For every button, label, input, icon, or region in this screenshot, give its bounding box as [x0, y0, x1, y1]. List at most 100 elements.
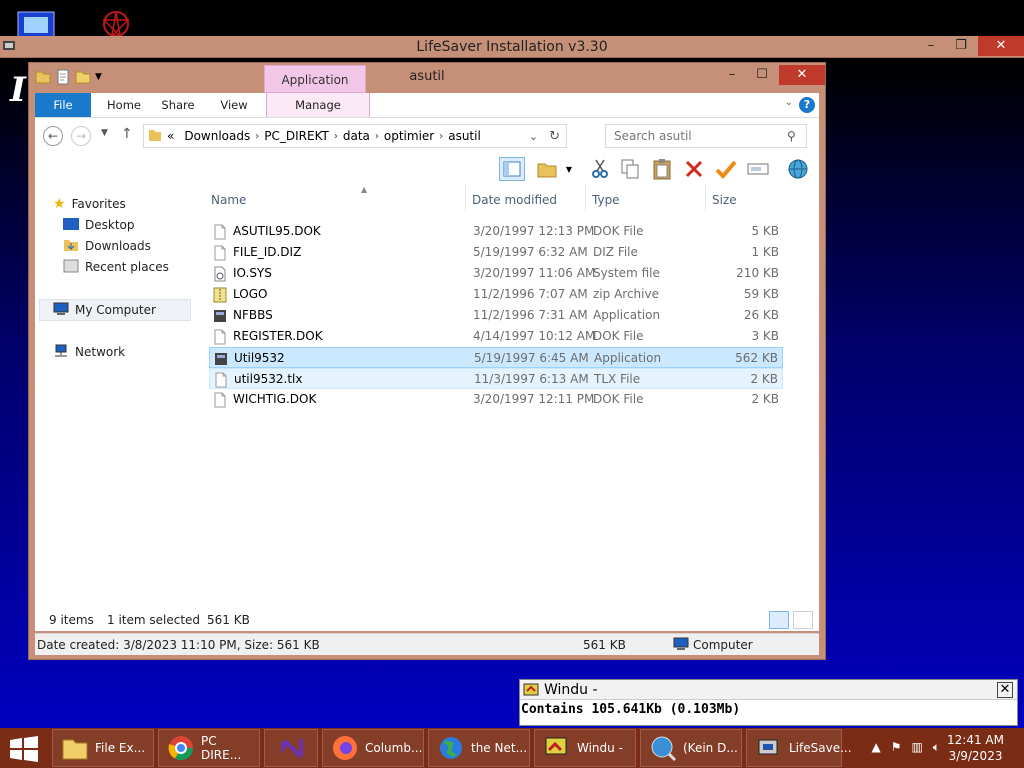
- explorer-minimize-button[interactable]: –: [717, 65, 747, 85]
- taskbar-the-net[interactable]: the Net...: [428, 729, 530, 767]
- tab-view[interactable]: View: [209, 93, 259, 117]
- forward-icon[interactable]: →: [71, 126, 91, 146]
- explorer-maximize-button[interactable]: ☐: [747, 65, 777, 85]
- downloads-folder-icon: [63, 238, 79, 255]
- nav-favorites[interactable]: ★ Favorites: [53, 195, 126, 213]
- windu-titlebar[interactable]: Windu - ✕: [520, 680, 1017, 700]
- tab-manage[interactable]: Manage: [266, 93, 370, 117]
- table-row[interactable]: util9532.tlx 11/3/1997 6:13 AM TLX File 2 K…: [209, 368, 783, 389]
- table-row[interactable]: FILE_ID.DIZ 5/19/1997 6:32 AM DIZ File 1 KB: [209, 242, 783, 263]
- breadcrumb-overflow[interactable]: «: [167, 129, 174, 143]
- taskbar-windu[interactable]: Windu -: [534, 729, 636, 767]
- file-size: 1 KB: [751, 245, 779, 259]
- tab-file[interactable]: File: [35, 93, 91, 117]
- details-view-icon[interactable]: [769, 611, 789, 629]
- expand-ribbon-icon[interactable]: ⌄: [785, 97, 793, 108]
- taskbar-lifesaver[interactable]: LifeSave...: [746, 729, 852, 767]
- table-row[interactable]: NFBBS 11/2/1996 7:31 AM Application 26 KB: [209, 305, 783, 326]
- taskbar-file-explorer[interactable]: File Ex...: [52, 729, 154, 767]
- file-explorer-icon: [61, 734, 89, 762]
- tab-home[interactable]: Home: [99, 93, 149, 117]
- checkmark-icon[interactable]: [713, 157, 739, 181]
- column-divider[interactable]: [705, 185, 706, 211]
- nav-recent-places[interactable]: Recent places: [63, 258, 169, 276]
- help-icon[interactable]: ?: [799, 97, 815, 113]
- action-center-flag-icon[interactable]: ⚑: [891, 740, 902, 755]
- file-size: 562 KB: [735, 351, 778, 365]
- clock[interactable]: 12:41 AM 3/9/2023: [947, 732, 1004, 764]
- column-divider[interactable]: [465, 185, 466, 211]
- taskbar-visual-studio[interactable]: [264, 729, 318, 767]
- table-row[interactable]: LOGO 11/2/1996 7:07 AM zip Archive 59 KB: [209, 284, 783, 305]
- tab-share[interactable]: Share: [153, 93, 203, 117]
- table-row[interactable]: WICHTIG.DOK 3/20/1997 12:11 PM DOK File 2 K…: [209, 389, 783, 410]
- windu-message: Contains 105.641Kb (0.103Mb): [521, 702, 741, 717]
- large-icons-view-icon[interactable]: [793, 611, 813, 629]
- nav-downloads[interactable]: Downloads: [63, 237, 151, 255]
- breadcrumb-asutil[interactable]: asutil: [448, 129, 481, 143]
- search-icon[interactable]: ⚲: [787, 129, 796, 143]
- explorer-titlebar[interactable]: ▼ asutil – ☐ ✕: [29, 63, 825, 93]
- column-name[interactable]: Name: [211, 189, 246, 211]
- back-icon[interactable]: ←: [43, 126, 63, 146]
- chevron-down-icon[interactable]: ⌄: [529, 130, 538, 143]
- network-globe-icon[interactable]: [785, 157, 811, 181]
- network-tray-icon[interactable]: ▥: [911, 740, 922, 755]
- up-icon[interactable]: ↑: [121, 126, 133, 142]
- taskbar-chrome[interactable]: PC DIRE...: [158, 729, 260, 767]
- cut-icon[interactable]: [587, 157, 613, 181]
- desktop-star-icon[interactable]: [94, 8, 140, 39]
- column-date-modified[interactable]: Date modified: [472, 189, 557, 211]
- column-type[interactable]: Type: [592, 189, 620, 211]
- chevron-right-icon[interactable]: ›: [255, 131, 259, 142]
- file-type: zip Archive: [593, 287, 659, 301]
- table-row[interactable]: Util9532 5/19/1997 6:45 AM Application 562 …: [209, 347, 783, 368]
- table-row[interactable]: REGISTER.DOK 4/14/1997 10:12 AM DOK File 3 …: [209, 326, 783, 347]
- refresh-icon[interactable]: ↻: [549, 129, 560, 144]
- nav-my-computer[interactable]: My Computer: [53, 301, 156, 319]
- rename-icon[interactable]: [745, 157, 771, 181]
- lifesaver-close-button[interactable]: ✕: [978, 36, 1024, 56]
- file-name: REGISTER.DOK: [233, 329, 323, 343]
- lifesaver-titlebar[interactable]: LifeSaver Installation v3.30 – ❐ ✕: [0, 36, 1024, 58]
- chevron-right-icon[interactable]: ›: [375, 131, 379, 142]
- nav-network[interactable]: Network: [53, 343, 125, 361]
- recent-locations-icon[interactable]: ▼: [101, 128, 108, 138]
- breadcrumb-pc-direkt[interactable]: PC_DIREKT: [264, 129, 329, 143]
- table-row[interactable]: IO.SYS 3/20/1997 11:06 AM System file 210 K…: [209, 263, 783, 284]
- windu-close-button[interactable]: ✕: [997, 682, 1013, 698]
- breadcrumb-optimier[interactable]: optimier: [384, 129, 434, 143]
- background-letter: I: [10, 70, 26, 110]
- file-date: 11/2/1996 7:07 AM: [473, 287, 588, 301]
- chevron-down-icon[interactable]: ▼: [563, 157, 575, 181]
- volume-icon[interactable]: 🔈︎: [933, 740, 940, 755]
- preview-pane-icon[interactable]: [499, 157, 525, 181]
- file-list: Name ▲ Date modified Type Size ASUTIL95.…: [203, 185, 819, 609]
- explorer-close-button[interactable]: ✕: [779, 65, 825, 85]
- search-input[interactable]: Search asutil: [605, 124, 807, 148]
- address-breadcrumb[interactable]: « Downloads › PC_DIREKT › data › optimie…: [143, 124, 567, 148]
- delete-icon[interactable]: [681, 157, 707, 181]
- lifesaver-maximize-button[interactable]: ❐: [946, 36, 976, 56]
- chevron-right-icon[interactable]: ›: [334, 131, 338, 142]
- taskbar-firefox[interactable]: Columb...: [322, 729, 424, 767]
- nav-desktop[interactable]: Desktop: [63, 216, 135, 234]
- table-row[interactable]: ASUTIL95.DOK 3/20/1997 12:13 PM DOK File 5 …: [209, 221, 783, 242]
- recent-places-icon: [63, 259, 79, 276]
- breadcrumb-downloads[interactable]: Downloads: [184, 129, 250, 143]
- copy-icon[interactable]: [617, 157, 643, 181]
- desktop-computer-icon[interactable]: [14, 8, 62, 39]
- taskbar-label: the Net...: [471, 741, 528, 755]
- show-hidden-icons-icon[interactable]: ▲: [871, 740, 880, 755]
- column-size[interactable]: Size: [712, 189, 737, 211]
- column-divider[interactable]: [585, 185, 586, 211]
- paste-icon[interactable]: [649, 157, 675, 181]
- breadcrumb-data[interactable]: data: [343, 129, 370, 143]
- folder-options-icon[interactable]: [535, 157, 561, 181]
- start-button[interactable]: [8, 736, 40, 762]
- lifesaver-minimize-button[interactable]: –: [916, 36, 946, 56]
- taskbar-kein[interactable]: (Kein D...: [640, 729, 742, 767]
- chevron-right-icon[interactable]: ›: [439, 131, 443, 142]
- file-date: 11/2/1996 7:31 AM: [473, 308, 588, 322]
- selection-count: 1 item selected: [107, 613, 201, 627]
